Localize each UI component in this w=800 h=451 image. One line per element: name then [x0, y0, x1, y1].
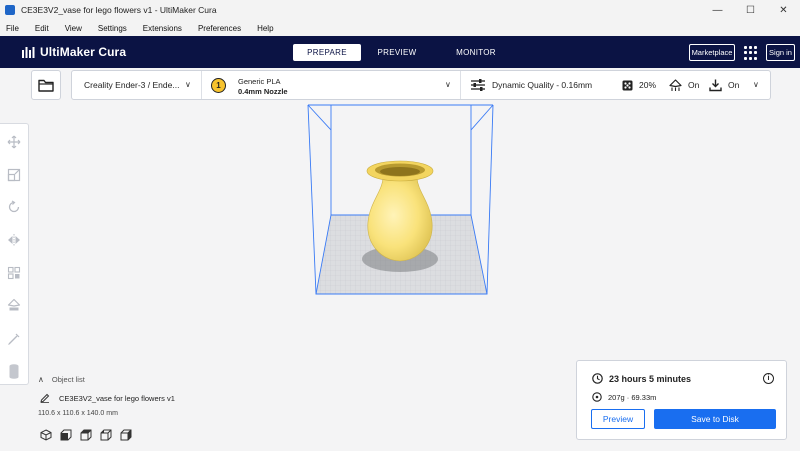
open-file-button[interactable] — [31, 70, 61, 100]
menu-settings[interactable]: Settings — [98, 24, 127, 33]
infill-setting: 20% — [622, 71, 656, 99]
info-icon[interactable]: i — [763, 373, 774, 384]
scale-icon — [7, 168, 21, 182]
view-right-icon — [120, 429, 132, 441]
mirror-tool-button[interactable] — [6, 232, 22, 248]
adhesion-setting: On — [709, 71, 739, 99]
nozzle-size: 0.4mm Nozzle — [238, 87, 288, 96]
view-left-button[interactable] — [100, 429, 113, 441]
chevron-down-icon: ∨ — [445, 80, 451, 89]
save-to-disk-button[interactable]: Save to Disk — [654, 409, 776, 429]
infill-icon — [622, 80, 633, 90]
profile-setting: Dynamic Quality - 0.16mm — [470, 71, 592, 99]
view-top-icon — [80, 429, 92, 441]
printer-name: Creality Ender-3 / Ende... — [84, 80, 180, 90]
build-volume — [307, 104, 494, 295]
menu-view[interactable]: View — [65, 24, 82, 33]
view-top-button[interactable] — [80, 429, 93, 441]
minimize-button[interactable]: — — [701, 0, 734, 20]
object-name: CE3E3V2_vase for lego flowers v1 — [59, 393, 175, 403]
menu-extensions[interactable]: Extensions — [143, 24, 182, 33]
brand-logo: UltiMaker Cura — [22, 45, 126, 59]
print-action-panel: 23 hours 5 minutes i 207g · 69.33m Previ… — [576, 360, 787, 440]
stage-toolbar: Creality Ender-3 / Ende... ∨ 1 Generic P… — [0, 68, 800, 102]
object-list-panel: ∧ Object list CE3E3V2_vase for lego flow… — [38, 374, 298, 444]
material-usage: 207g · 69.33m — [592, 392, 656, 402]
view-front-icon — [60, 429, 72, 441]
tool-panel — [0, 123, 29, 385]
move-icon — [7, 135, 21, 149]
adhesion-value: On — [728, 80, 740, 90]
adhesion-icon — [709, 79, 722, 91]
support-icon — [669, 78, 682, 91]
tab-monitor[interactable]: MONITOR — [433, 44, 519, 61]
camera-view-buttons — [40, 429, 140, 441]
cylinder-tool-button[interactable] — [6, 363, 22, 379]
support-setting: On — [669, 71, 699, 99]
object-list-label: Object list — [51, 375, 85, 384]
menu-edit[interactable]: Edit — [35, 24, 49, 33]
close-button[interactable]: ✕ — [767, 0, 800, 20]
ultimaker-logo-icon — [22, 46, 35, 58]
printer-config-bar: Creality Ender-3 / Ende... ∨ 1 Generic P… — [71, 70, 771, 100]
cylinder-icon — [9, 364, 19, 379]
view-3d-icon — [40, 429, 52, 441]
view-right-button[interactable] — [120, 429, 133, 441]
spool-icon — [592, 392, 602, 402]
tab-preview[interactable]: PREVIEW — [361, 44, 433, 61]
object-dimensions: 110.6 x 110.6 x 140.0 mm — [38, 410, 118, 417]
menu-bar: File Edit View Settings Extensions Prefe… — [0, 20, 800, 36]
support-blocker-icon — [7, 298, 21, 311]
stage-tabs: PREPARE PREVIEW MONITOR — [293, 44, 519, 61]
rotate-tool-button[interactable] — [6, 199, 22, 215]
chevron-down-icon: ∨ — [185, 80, 191, 89]
marketplace-button[interactable]: Marketplace — [689, 44, 735, 61]
sign-in-button[interactable]: Sign in — [766, 44, 795, 61]
menu-preferences[interactable]: Preferences — [198, 24, 241, 33]
build-plate-viewport[interactable] — [290, 100, 510, 300]
profile-label: Dynamic Quality - 0.16mm — [492, 80, 593, 90]
printer-selector[interactable]: Creality Ender-3 / Ende... ∨ — [72, 71, 202, 99]
clock-icon — [592, 373, 603, 384]
preview-button[interactable]: Preview — [591, 409, 645, 429]
paint-icon — [8, 333, 20, 345]
chevron-down-icon: ∨ — [753, 80, 759, 89]
support-blocker-button[interactable] — [6, 297, 22, 313]
infill-value: 20% — [639, 80, 657, 90]
support-value: On — [688, 80, 700, 90]
rotate-icon — [8, 200, 20, 213]
cura-app-icon — [5, 5, 15, 15]
print-time-value: 23 hours 5 minutes — [609, 373, 692, 384]
window-title: CE3E3V2_vase for lego flowers v1 - UltiM… — [21, 5, 217, 15]
pencil-icon — [40, 393, 50, 403]
print-time: 23 hours 5 minutes — [592, 373, 691, 384]
sliders-icon — [471, 79, 485, 91]
brand-name: UltiMaker Cura — [40, 45, 127, 59]
folder-icon — [38, 79, 54, 92]
print-settings-selector[interactable]: Dynamic Quality - 0.16mm 20% On On ∨ — [461, 71, 772, 99]
menu-file[interactable]: File — [6, 24, 19, 33]
menu-help[interactable]: Help — [257, 24, 273, 33]
material-name: Generic PLA — [238, 77, 281, 86]
material-usage-value: 207g · 69.33m — [608, 392, 657, 402]
per-model-settings-icon — [7, 266, 21, 280]
move-tool-button[interactable] — [6, 134, 22, 150]
chevron-up-icon: ∧ — [38, 375, 44, 384]
maximize-button[interactable]: ☐ — [734, 0, 767, 20]
extruder-badge: 1 — [211, 78, 226, 93]
mirror-icon — [8, 234, 20, 246]
tab-prepare[interactable]: PREPARE — [293, 44, 361, 61]
object-list-toggle[interactable]: ∧ Object list — [38, 375, 85, 384]
view-3d-button[interactable] — [40, 429, 53, 441]
apps-grid-icon[interactable] — [744, 46, 758, 60]
view-left-icon — [100, 429, 112, 441]
material-selector[interactable]: 1 Generic PLA 0.4mm Nozzle ∨ — [202, 71, 461, 99]
paint-tool-button[interactable] — [6, 331, 22, 347]
scale-tool-button[interactable] — [6, 167, 22, 183]
window-title-bar: CE3E3V2_vase for lego flowers v1 - UltiM… — [0, 0, 800, 20]
view-front-button[interactable] — [60, 429, 73, 441]
per-model-settings-button[interactable] — [6, 265, 22, 281]
app-header: UltiMaker Cura PREPARE PREVIEW MONITOR M… — [0, 36, 800, 68]
object-list-item[interactable]: CE3E3V2_vase for lego flowers v1 — [40, 393, 175, 403]
